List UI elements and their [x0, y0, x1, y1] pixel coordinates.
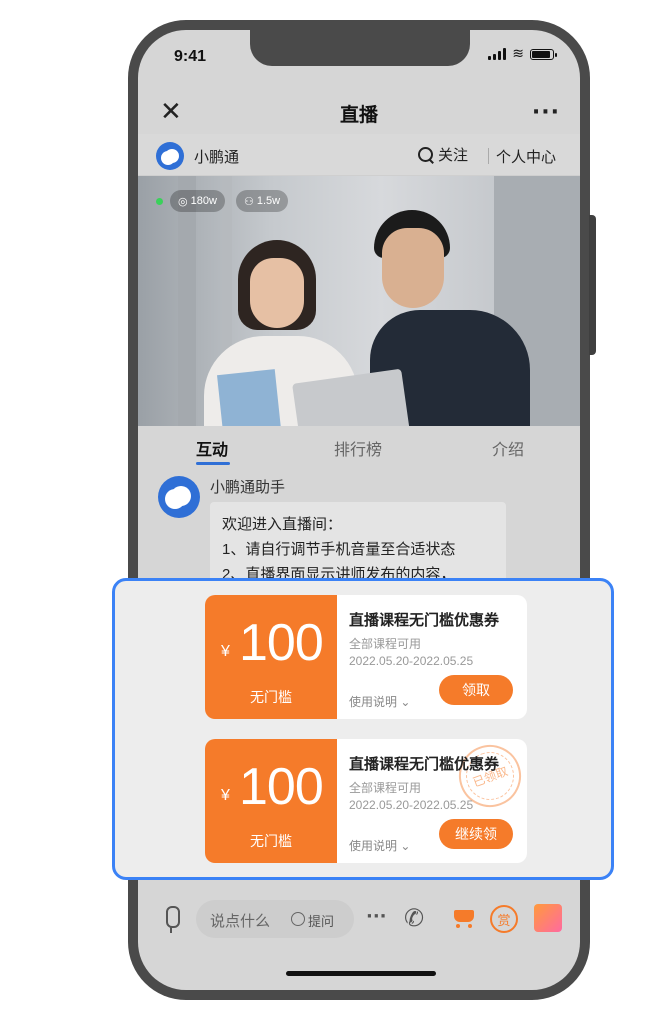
coupon-card: ¥ 100 无门槛 已领取 直播课程无门槛优惠券 全部课程可用 2022.05.… [205, 739, 527, 863]
more-icon[interactable]: ··· [532, 100, 560, 125]
status-icons: ≋ [488, 46, 557, 62]
tab-active-indicator [196, 462, 230, 465]
nav-bar: ✕ 直播 ··· [138, 92, 580, 136]
coupon-title: 直播课程无门槛优惠券 [349, 612, 500, 629]
coupon-title: 直播课程无门槛优惠券 [349, 756, 500, 773]
ask-toggle-icon[interactable] [291, 912, 305, 926]
user-center-link[interactable]: 个人中心 [496, 146, 556, 167]
views-count: 180w [190, 195, 217, 207]
currency-symbol: ¥ [221, 787, 230, 804]
user-icon: ⚇ [244, 195, 254, 208]
search-icon [418, 146, 434, 163]
coupon-threshold: 无门槛 [250, 689, 292, 705]
call-icon[interactable]: ✆ [404, 904, 424, 932]
phone-side-button [589, 215, 596, 355]
coupon-amount: 100 [239, 758, 324, 816]
message-line: 1、请自行调节手机音量至合适状态 [222, 541, 456, 558]
coupon-value-block: ¥ 100 无门槛 [205, 595, 337, 719]
tab-intro[interactable]: 介绍 [492, 436, 524, 460]
live-video[interactable]: ◎ 180w ⚇ 1.5w [138, 176, 580, 426]
ask-label[interactable]: 提问 [308, 911, 334, 930]
notch [250, 30, 470, 66]
viewers-count: 1.5w [256, 195, 281, 207]
coupon-subtitle: 全部课程可用 [349, 637, 422, 651]
coupon-panel: ¥ 100 无门槛 直播课程无门槛优惠券 全部课程可用 2022.05.20-2… [112, 578, 614, 880]
bottom-toolbar: 说点什么 提问 ··· ✆ 赏 [138, 892, 580, 946]
currency-symbol: ¥ [221, 643, 230, 660]
comment-placeholder: 说点什么 [210, 913, 271, 930]
microphone-icon[interactable] [162, 906, 180, 934]
views-badge: ◎ 180w [170, 190, 225, 212]
coupon-card: ¥ 100 无门槛 直播课程无门槛优惠券 全部课程可用 2022.05.20-2… [205, 595, 527, 719]
coupon-date-range: 2022.05.20-2022.05.25 [349, 798, 474, 812]
coupon-date-range: 2022.05.20-2022.05.25 [349, 654, 474, 668]
divider [488, 148, 489, 164]
more-actions-icon[interactable]: ··· [366, 906, 387, 927]
claim-button[interactable]: 领取 [439, 675, 513, 705]
coupon-amount: 100 [239, 614, 324, 672]
shopping-cart-icon[interactable] [450, 906, 478, 930]
home-indicator[interactable] [286, 971, 436, 976]
battery-icon [530, 48, 557, 60]
status-time: 9:41 [174, 48, 207, 65]
message-line: 欢迎进入直播间： [222, 516, 343, 533]
sender-name: 小鹏通助手 [210, 479, 286, 496]
eye-icon: ◎ [178, 195, 188, 208]
channel-bar: 小鹏通 关注 个人中心 [138, 134, 580, 176]
follow-button[interactable]: 关注 [418, 144, 468, 165]
tab-interaction[interactable]: 互动 [196, 436, 228, 460]
tab-ranking[interactable]: 排行榜 [334, 436, 382, 460]
usage-instructions-link[interactable]: 使用说明 ⌄ [349, 837, 410, 854]
signal-icon [488, 48, 507, 60]
like-icon[interactable] [534, 904, 562, 932]
channel-name[interactable]: 小鹏通 [194, 146, 239, 167]
assistant-avatar [158, 476, 200, 518]
usage-instructions-link[interactable]: 使用说明 ⌄ [349, 693, 410, 710]
reward-icon[interactable]: 赏 [490, 905, 518, 933]
follow-label: 关注 [438, 147, 469, 164]
page-title: 直播 [339, 105, 378, 126]
channel-avatar[interactable] [156, 142, 184, 170]
live-indicator-dot [156, 198, 163, 205]
tab-bar: 互动 排行榜 介绍 [138, 426, 580, 466]
coupon-value-block: ¥ 100 无门槛 [205, 739, 337, 863]
coupon-subtitle: 全部课程可用 [349, 781, 422, 795]
coupon-threshold: 无门槛 [250, 833, 292, 849]
viewers-badge: ⚇ 1.5w [236, 190, 289, 212]
continue-claim-button[interactable]: 继续领 [439, 819, 513, 849]
wifi-icon: ≋ [512, 46, 524, 62]
